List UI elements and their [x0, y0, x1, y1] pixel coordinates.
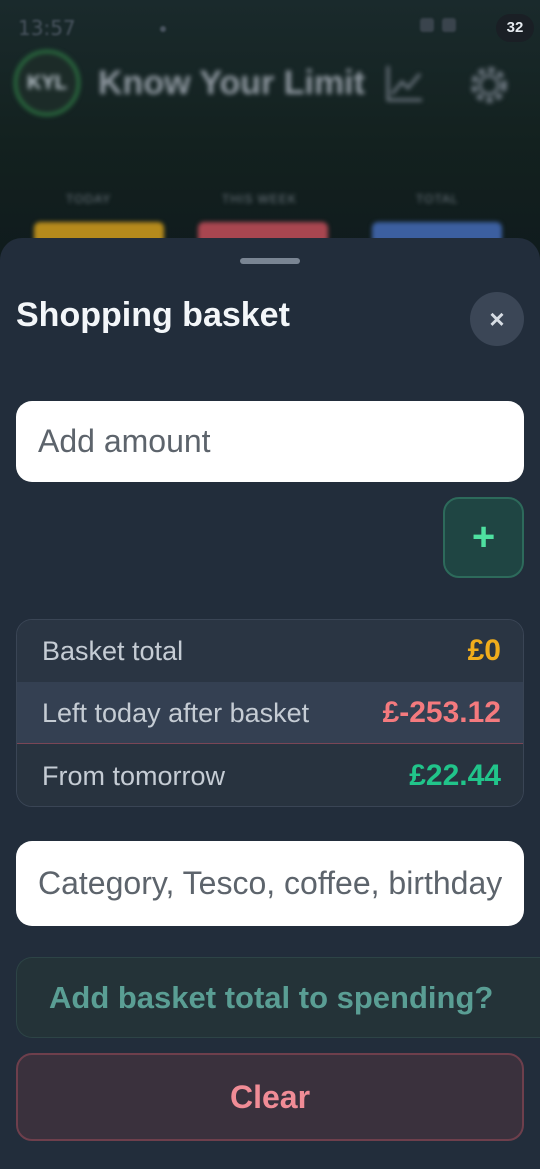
basket-total-label: Basket total — [42, 636, 184, 666]
gear-icon[interactable] — [466, 62, 512, 108]
chart-icon[interactable] — [384, 64, 424, 104]
amount-input[interactable] — [16, 401, 524, 482]
close-button[interactable]: × — [470, 292, 524, 346]
basket-total-value: £0 — [467, 634, 501, 667]
add-amount-button[interactable]: + — [443, 497, 524, 578]
app-header: KYL Know Your Limit — [0, 50, 540, 122]
stat-label-today: TODAY — [66, 192, 112, 206]
shopping-basket-sheet: Shopping basket × + Basket total £0 Left… — [0, 238, 540, 1169]
clear-button[interactable]: Clear — [16, 1053, 524, 1141]
background-app: 13:57 32 KYL Know Your Limit TODAY THIS … — [0, 0, 540, 260]
left-today-label: Left today after basket — [42, 698, 310, 728]
from-tomorrow-value: £22.44 — [409, 759, 501, 792]
battery-indicator: 32 — [496, 14, 534, 42]
close-icon: × — [489, 304, 505, 334]
left-today-value: £-253.12 — [382, 696, 501, 729]
stat-label-week: THIS WEEK — [222, 192, 298, 206]
sheet-title: Shopping basket — [16, 296, 290, 334]
summary-row-from-tomorrow: From tomorrow £22.44 — [17, 745, 523, 806]
app-logo: KYL — [14, 50, 80, 116]
app-title: Know Your Limit — [98, 64, 365, 102]
status-time: 13:57 — [18, 16, 76, 40]
status-icons — [420, 18, 490, 36]
notification-dot-icon — [160, 26, 166, 32]
sheet-grabber[interactable] — [240, 258, 300, 264]
from-tomorrow-label: From tomorrow — [42, 761, 226, 791]
category-input[interactable] — [16, 841, 524, 926]
stat-label-total: TOTAL — [416, 192, 459, 206]
wifi-icon — [442, 18, 456, 32]
basket-summary: Basket total £0 Left today after basket … — [16, 619, 524, 807]
summary-row-left-today: Left today after basket £-253.12 — [17, 682, 523, 744]
summary-row-basket-total: Basket total £0 — [17, 620, 523, 682]
add-to-spending-button[interactable]: Add basket total to spending? — [16, 957, 540, 1038]
status-bar: 13:57 — [0, 0, 540, 56]
mute-icon — [420, 18, 434, 32]
plus-icon: + — [471, 515, 496, 559]
